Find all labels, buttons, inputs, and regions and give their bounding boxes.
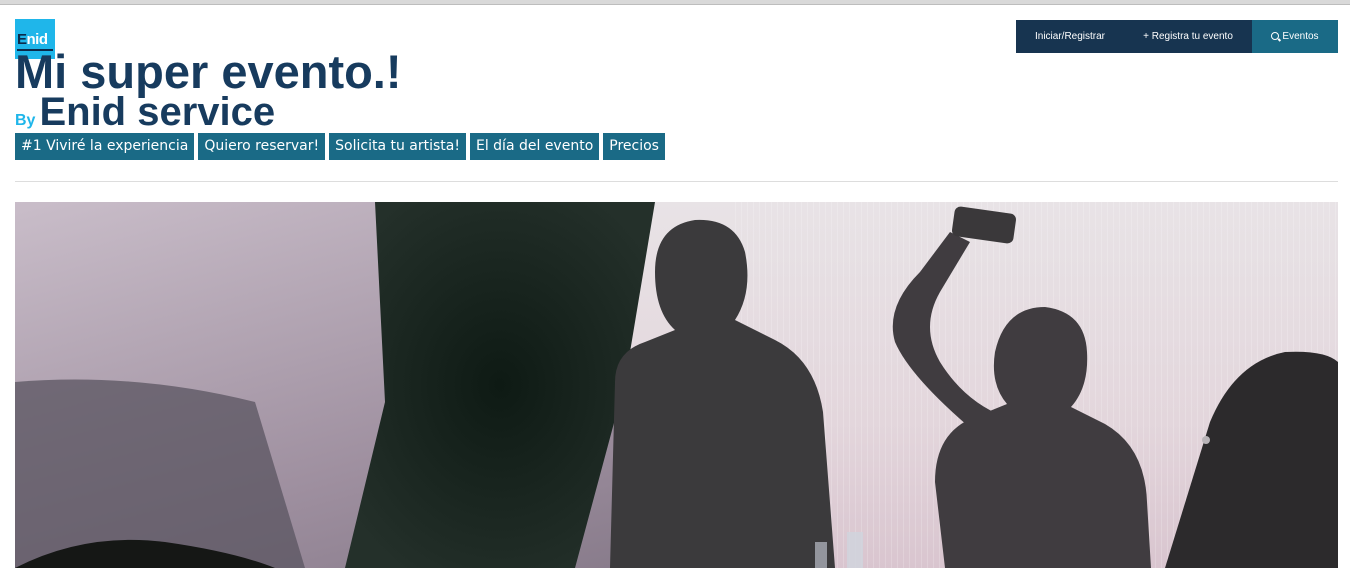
organizer-name[interactable]: Enid service (39, 90, 275, 134)
event-tabs: #1 Viviré la experiencia Quiero reservar… (15, 133, 665, 160)
browser-top-border (0, 0, 1350, 5)
events-button[interactable]: Eventos (1252, 20, 1338, 53)
tab-precios[interactable]: Precios (603, 133, 665, 160)
hero-concert-photo (15, 202, 1338, 568)
events-button-label: Eventos (1282, 31, 1319, 42)
by-label: By (15, 112, 36, 129)
tab-artista[interactable]: Solicita tu artista! (329, 133, 466, 160)
event-byline: By Enid service (15, 90, 275, 134)
header-divider (15, 181, 1338, 182)
tab-reservar[interactable]: Quiero reservar! (198, 133, 326, 160)
tab-experiencia[interactable]: #1 Viviré la experiencia (15, 133, 195, 160)
tab-dia-evento[interactable]: El día del evento (469, 133, 600, 160)
hero-image (15, 202, 1338, 568)
register-event-button[interactable]: + Registra tu evento (1124, 20, 1252, 53)
login-register-button[interactable]: Iniciar/Registrar (1016, 20, 1124, 53)
search-icon (1271, 32, 1280, 40)
top-navigation: Iniciar/Registrar + Registra tu evento E… (1016, 20, 1338, 53)
